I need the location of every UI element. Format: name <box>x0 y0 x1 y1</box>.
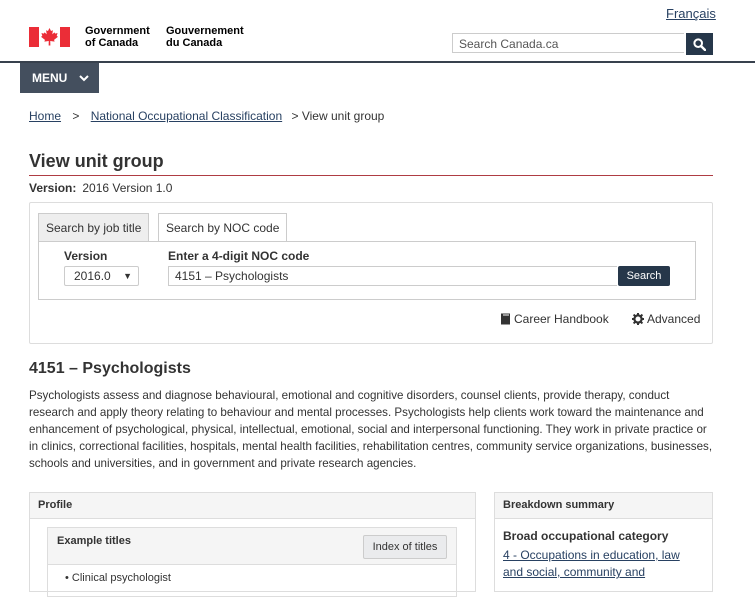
chevron-down-icon <box>79 75 89 82</box>
government-signature-en: Government of Canada <box>85 25 150 49</box>
breadcrumb: Home > National Occupational Classificat… <box>29 109 384 123</box>
tab-search-by-noc-code[interactable]: Search by NOC code <box>158 213 288 242</box>
menu-button[interactable]: MENU <box>20 63 99 93</box>
noc-code-input[interactable]: 4151 – Psychologists <box>168 266 617 286</box>
book-icon <box>501 313 510 325</box>
site-search-input[interactable]: Search Canada.ca <box>452 33 684 53</box>
version-value: 2016 Version 1.0 <box>82 181 173 195</box>
title-underline <box>29 175 713 176</box>
breadcrumb-separator: > <box>72 109 80 123</box>
list-item: • Clinical psychologist <box>65 572 171 584</box>
breadcrumb-current: > View unit group <box>291 109 385 123</box>
broad-category-label: Broad occupational category <box>503 529 669 543</box>
noc-search-button[interactable]: Search <box>618 266 670 286</box>
breakdown-heading: Breakdown summary <box>494 492 713 519</box>
broad-category-link[interactable]: 4 - Occupations in education, law and so… <box>503 547 703 581</box>
profile-heading: Profile <box>29 492 476 519</box>
canada-flag-icon <box>29 27 70 47</box>
version-select[interactable]: 2016.0 ▼ <box>64 266 139 286</box>
version-select-label: Version <box>64 249 108 263</box>
breadcrumb-home-link[interactable]: Home <box>29 109 61 123</box>
noc-code-label: Enter a 4-digit NOC code <box>168 249 310 263</box>
unit-group-heading: 4151 – Psychologists <box>29 360 191 377</box>
index-of-titles-button[interactable]: Index of titles <box>363 535 447 559</box>
version-label: Version: <box>29 181 77 195</box>
header-divider <box>0 61 755 63</box>
language-toggle-link[interactable]: Français <box>666 6 716 21</box>
advanced-search-link[interactable]: Advanced <box>632 312 700 326</box>
version-info: Version: 2016 Version 1.0 <box>29 181 172 195</box>
caret-down-icon: ▼ <box>123 271 132 281</box>
example-titles-heading: Example titles <box>57 535 131 547</box>
page-title: View unit group <box>29 151 164 171</box>
government-signature-fr: Gouvernement du Canada <box>166 25 244 49</box>
unit-group-description: Psychologists assess and diagnose behavi… <box>29 389 713 470</box>
search-icon <box>693 38 706 51</box>
gear-icon <box>632 313 644 325</box>
site-search-button[interactable] <box>686 33 713 55</box>
breadcrumb-noc-link[interactable]: National Occupational Classification <box>91 109 282 123</box>
career-handbook-link[interactable]: Career Handbook <box>500 312 609 326</box>
tab-search-by-job-title[interactable]: Search by job title <box>38 213 150 241</box>
